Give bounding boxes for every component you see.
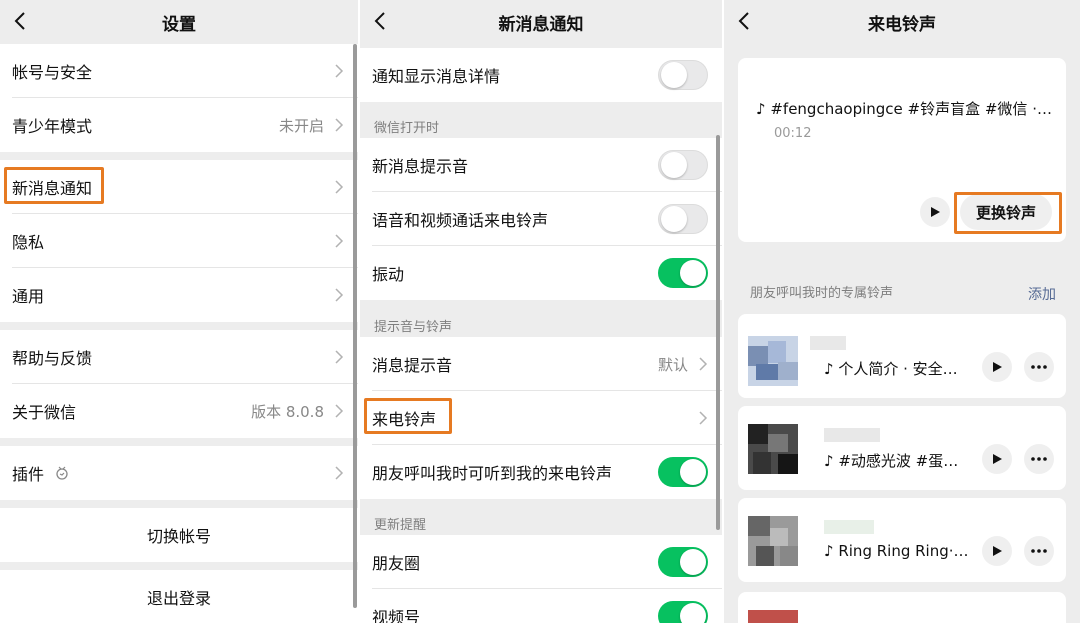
friends-hear-toggle[interactable] <box>658 457 708 487</box>
play-icon <box>993 546 1002 556</box>
scrollbar[interactable] <box>353 44 357 608</box>
friend-avatar <box>748 336 798 386</box>
blurred-name <box>824 520 874 534</box>
chevron-right-icon <box>335 404 344 418</box>
show-detail-toggle[interactable] <box>658 60 708 90</box>
notify-panel: 新消息通知 通知显示消息详情 微信打开时 新消息提示音 语音和视频通话来电铃声 … <box>360 0 722 623</box>
friend-ringtone-card[interactable]: ♪ Ring Ring Ring·… <box>738 498 1066 582</box>
settings-item-youth-mode[interactable]: 青少年模式 未开启 <box>0 98 358 152</box>
moments-row: 朋友圈 <box>360 535 722 589</box>
notify-header: 新消息通知 <box>360 0 722 44</box>
ringtone-header: 来电铃声 <box>724 0 1080 44</box>
more-button[interactable] <box>1024 352 1054 382</box>
chevron-right-icon <box>699 357 708 371</box>
chevron-right-icon <box>335 350 344 364</box>
vibrate-toggle[interactable] <box>658 258 708 288</box>
blurred-name <box>824 428 880 442</box>
call-ringtone-row: 语音和视频通话来电铃声 <box>360 192 722 246</box>
settings-panel: 设置 帐号与安全 青少年模式 未开启 新消息通知 隐私 通用 帮助与反馈 关于微… <box>0 0 358 623</box>
current-ringtone-title: ♪ #fengchaopingce #铃声盲盒 #微信 ·… <box>756 100 1052 118</box>
page-title: 新消息通知 <box>498 14 584 35</box>
msg-sound-row[interactable]: 消息提示音 默认 <box>360 337 722 391</box>
chevron-right-icon <box>335 466 344 480</box>
chevron-right-icon <box>699 411 708 425</box>
settings-item-plugins[interactable]: 插件 <box>0 446 358 500</box>
more-icon <box>1031 365 1047 369</box>
msg-sound-value: 默认 <box>657 355 688 374</box>
friend-ringtone-card[interactable]: ♪ 个人简介 · 安全… <box>738 314 1066 398</box>
blurred-name <box>810 336 846 350</box>
play-icon <box>993 362 1002 372</box>
back-arrow-icon[interactable] <box>10 10 32 32</box>
more-button[interactable] <box>1024 444 1054 474</box>
new-msg-sound-toggle[interactable] <box>658 150 708 180</box>
back-arrow-icon[interactable] <box>734 10 756 32</box>
section-header: 更新提醒 <box>374 518 427 533</box>
play-button[interactable] <box>982 536 1012 566</box>
moments-toggle[interactable] <box>658 547 708 577</box>
settings-item-general[interactable]: 通用 <box>0 268 358 322</box>
friend-ringtone-name: ♪ 个人简介 · 安全… <box>824 360 958 378</box>
current-ringtone-card: ♪ #fengchaopingce #铃声盲盒 #微信 ·… 00:12 更换铃… <box>738 58 1066 242</box>
call-ringtone-toggle[interactable] <box>658 204 708 234</box>
highlight-box <box>364 398 452 434</box>
settings-item-account-security[interactable]: 帐号与安全 <box>0 44 358 98</box>
show-detail-row: 通知显示消息详情 <box>360 48 722 102</box>
chevron-right-icon <box>335 118 344 132</box>
section-header: 微信打开时 <box>374 121 440 136</box>
logout-button[interactable]: 退出登录 <box>0 570 358 623</box>
ringtone-duration: 00:12 <box>774 126 812 141</box>
play-button[interactable] <box>982 352 1012 382</box>
friend-avatar <box>748 610 798 623</box>
settings-item-about[interactable]: 关于微信 版本 8.0.8 <box>0 384 358 438</box>
more-button[interactable] <box>1024 536 1054 566</box>
switch-account-button[interactable]: 切换帐号 <box>0 508 358 562</box>
channels-row: 视频号 <box>360 589 722 623</box>
friend-ringtone-name: ♪ Ring Ring Ring·… <box>824 542 969 560</box>
chevron-right-icon <box>335 180 344 194</box>
settings-item-privacy[interactable]: 隐私 <box>0 214 358 268</box>
settings-header: 设置 <box>0 0 358 44</box>
play-icon <box>931 207 940 217</box>
friends-hear-row: 朋友呼叫我时可听到我的来电铃声 <box>360 445 722 499</box>
scrollbar[interactable] <box>716 135 720 530</box>
more-icon <box>1031 549 1047 553</box>
version-label: 版本 8.0.8 <box>251 402 324 421</box>
youth-mode-status: 未开启 <box>278 116 324 135</box>
settings-item-help-feedback[interactable]: 帮助与反馈 <box>0 330 358 384</box>
section-header: 提示音与铃声 <box>374 320 453 335</box>
vibrate-row: 振动 <box>360 246 722 300</box>
friend-ringtone-card[interactable]: ♪ #动感光波 #蛋… <box>738 406 1066 490</box>
friend-ringtone-name: ♪ #动感光波 #蛋… <box>824 452 959 470</box>
play-button[interactable] <box>982 444 1012 474</box>
friend-ringtone-card[interactable] <box>738 592 1066 623</box>
play-button[interactable] <box>920 197 950 227</box>
chevron-right-icon <box>335 288 344 302</box>
plugin-icon <box>56 466 68 480</box>
add-link[interactable]: 添加 <box>1028 284 1056 304</box>
friend-avatar <box>748 424 798 474</box>
new-msg-sound-row: 新消息提示音 <box>360 138 722 192</box>
friends-ringtone-section: 朋友呼叫我时的专属铃声 <box>750 286 894 301</box>
back-arrow-icon[interactable] <box>370 10 392 32</box>
play-icon <box>993 454 1002 464</box>
channels-toggle[interactable] <box>658 601 708 623</box>
chevron-right-icon <box>335 234 344 248</box>
highlight-box <box>954 192 1062 234</box>
ringtone-panel: 来电铃声 ♪ #fengchaopingce #铃声盲盒 #微信 ·… 00:1… <box>724 0 1080 623</box>
chevron-right-icon <box>335 64 344 78</box>
friend-avatar <box>748 516 798 566</box>
page-title: 设置 <box>162 14 196 35</box>
more-icon <box>1031 457 1047 461</box>
page-title: 来电铃声 <box>868 14 936 35</box>
highlight-box <box>4 167 104 204</box>
